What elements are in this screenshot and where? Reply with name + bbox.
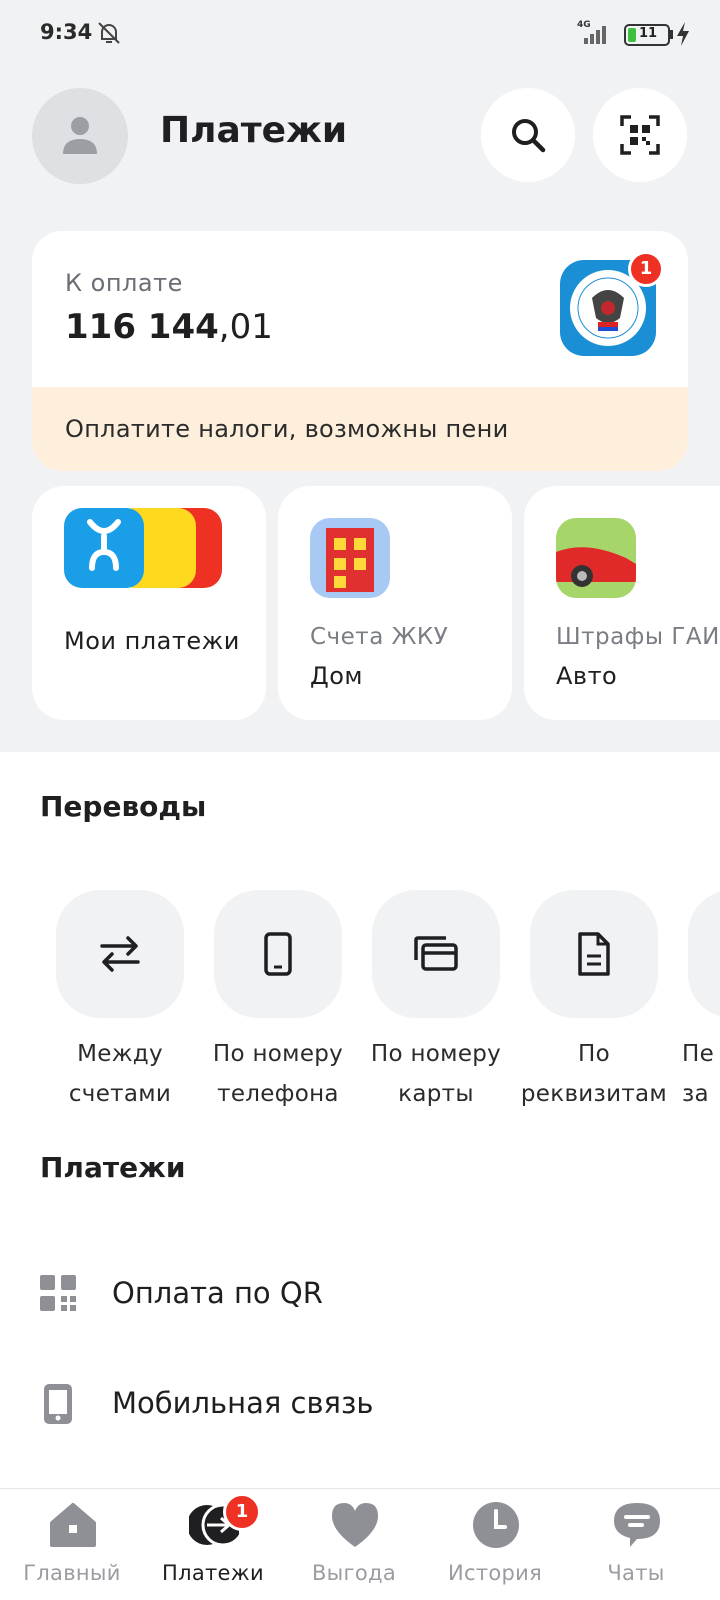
pay-row-label: Оплата по QR [112, 1276, 323, 1310]
notification-badge: 1 [628, 251, 664, 287]
arrows-exchange-icon [100, 936, 140, 972]
my-payments-card[interactable]: Мои платежи [32, 486, 266, 720]
tax-warning-text: Оплатите налоги, возможны пени [65, 415, 509, 443]
search-button[interactable] [481, 88, 575, 182]
qr-scan-button[interactable] [593, 88, 687, 182]
car-icon [556, 518, 636, 598]
bottom-nav: Главный 1 Платежи Выгода История Чаты [0, 1488, 720, 1600]
heart-icon [332, 1503, 378, 1547]
nav-label: Чаты [607, 1561, 665, 1585]
qr-scan-icon [620, 115, 660, 155]
due-label: К оплате [65, 269, 183, 297]
transfer-label: По реквизитам [520, 1041, 668, 1107]
qr-icon [40, 1275, 76, 1311]
nav-history[interactable]: История [423, 1489, 567, 1600]
pay-by-qr-row[interactable]: Оплата по QR [0, 1238, 720, 1348]
home-icon [50, 1503, 96, 1547]
mobile-connection-row[interactable]: Мобильная связь [0, 1348, 720, 1458]
transfer-label: По номеру карты [370, 1041, 502, 1107]
house-building-icon [310, 518, 390, 598]
battery-level: 11 [639, 26, 658, 41]
utilities-card[interactable]: Счета ЖКУ Дом [278, 486, 512, 720]
phone-icon [264, 932, 292, 976]
battery-icon: 11 [624, 24, 670, 46]
nav-benefits[interactable]: Выгода [282, 1489, 426, 1600]
document-icon [578, 932, 610, 976]
utilities-sub: Счета ЖКУ [310, 624, 449, 650]
my-payments-label: Мои платежи [64, 627, 240, 655]
transfers-title: Переводы [40, 790, 207, 823]
status-bar: 9:34 4G 11 [0, 0, 720, 70]
mobile-icon [44, 1384, 72, 1424]
bell-off-icon [98, 22, 120, 44]
my-payments-logos-icon [64, 508, 224, 588]
card-icon [414, 936, 458, 971]
transfer-label: Между счетами [68, 1041, 172, 1107]
fines-main: Авто [556, 662, 618, 690]
transfer-label: По номеру телефона [212, 1041, 344, 1107]
due-amount: 116 144,01 [65, 307, 273, 347]
chat-icon [614, 1503, 660, 1547]
status-time: 9:34 [40, 20, 93, 44]
charging-icon [677, 22, 689, 46]
nav-home[interactable]: Главный [0, 1489, 144, 1600]
shortcut-cards: Мои платежи Счета ЖКУ Дом Штрафы ГАИ Авт… [0, 486, 720, 720]
utilities-main: Дом [310, 662, 364, 690]
search-icon [512, 119, 546, 153]
pay-row-label: Мобильная связь [112, 1386, 374, 1420]
transfers-list: Между счетами По номеру телефона По номе… [0, 890, 720, 1130]
nav-label: Главный [23, 1561, 121, 1585]
payments-title: Платежи [40, 1151, 186, 1184]
fines-sub: Штрафы ГАИ [556, 624, 720, 650]
nav-chats[interactable]: Чаты [564, 1489, 708, 1600]
avatar[interactable] [32, 88, 128, 184]
nav-payments[interactable]: 1 Платежи [141, 1489, 285, 1600]
clock-icon [473, 1502, 519, 1548]
nav-label: Выгода [311, 1561, 397, 1585]
transfer-label: Пе за [682, 1041, 715, 1107]
signal-icon [584, 26, 606, 44]
page-title: Платежи [160, 110, 348, 151]
nav-payments-badge: 1 [223, 1493, 261, 1531]
tax-warning-banner[interactable]: Оплатите налоги, возможны пени [32, 387, 688, 471]
fines-card[interactable]: Штрафы ГАИ Авто [524, 486, 720, 720]
nav-label: История [447, 1561, 543, 1585]
person-icon [63, 117, 97, 154]
due-card[interactable]: К оплате 116 144,01 1 Оплатите налоги, в… [32, 231, 688, 471]
nav-label: Платежи [162, 1561, 264, 1585]
